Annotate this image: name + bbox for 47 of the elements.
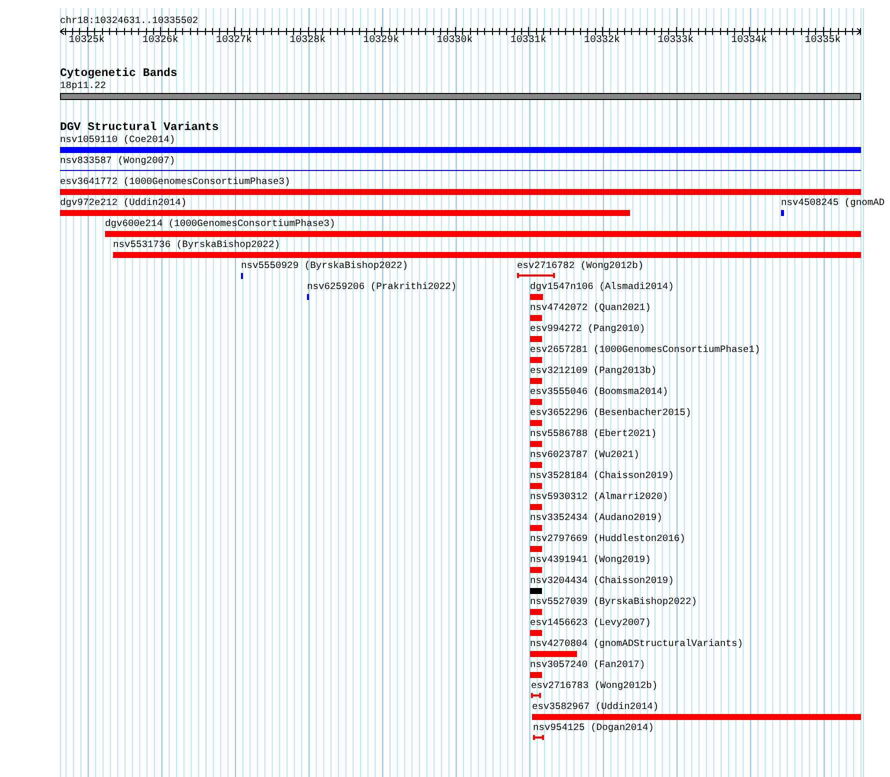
variant-label: nsv6023787 (Wu2021) bbox=[530, 449, 640, 460]
tick-label: 10332k bbox=[584, 35, 620, 46]
tick-label: 10328k bbox=[290, 35, 326, 46]
variant-label: nsv5586788 (Ebert2021) bbox=[530, 428, 657, 439]
variant-label: nsv4508245 (gnomAD bbox=[781, 197, 885, 208]
variant-label: nsv3204434 (Chaisson2019) bbox=[530, 575, 674, 586]
variant-label: nsv2797669 (Huddleston2016) bbox=[530, 533, 686, 544]
variant-label: esv3212109 (Pang2013b) bbox=[530, 365, 657, 376]
tick-label: 10325k bbox=[68, 35, 105, 46]
variant-label: nsv5930312 (Almarri2020) bbox=[530, 491, 668, 502]
variant-label: nsv954125 (Dogan2014) bbox=[533, 722, 654, 733]
variant-label: nsv3528184 (Chaisson2019) bbox=[530, 470, 674, 481]
tick-label: 10334k bbox=[731, 35, 768, 46]
band-label: 18p11.22 bbox=[60, 80, 106, 91]
variant-label: esv2716782 (Wong2012b) bbox=[517, 260, 644, 271]
tick-label: 10335k bbox=[804, 35, 841, 46]
variant-label: nsv3352434 (Audano2019) bbox=[530, 512, 662, 523]
tick-label: 10326k bbox=[142, 35, 178, 46]
track-title: DGV Structural Variants bbox=[60, 121, 219, 134]
track-title: Cytogenetic Bands bbox=[60, 67, 178, 80]
variant-label: nsv5550929 (ByrskaBishop2022) bbox=[241, 260, 408, 271]
variant-label: nsv5527039 (ByrskaBishop2022) bbox=[530, 596, 697, 607]
variant-label: nsv6259206 (Prakrithi2022) bbox=[307, 281, 457, 292]
variant-label: nsv1059110 (Coe2014) bbox=[60, 134, 176, 145]
variant-label: nsv4270804 (gnomADStructuralVariants) bbox=[530, 638, 744, 649]
tick-label: 10329k bbox=[363, 35, 400, 46]
variant-label: nsv5531736 (ByrskaBishop2022) bbox=[113, 239, 280, 250]
variant-label: esv2716783 (Wong2012b) bbox=[531, 680, 658, 691]
tick-label: 10327k bbox=[216, 35, 252, 46]
tick-label: 10331k bbox=[510, 35, 546, 46]
variant-label: nsv4391941 (Wong2019) bbox=[530, 554, 651, 565]
variant-label: nsv3057240 (Fan2017) bbox=[530, 659, 646, 670]
variant-label: esv994272 (Pang2010) bbox=[530, 323, 646, 334]
variant-label: nsv4742072 (Quan2021) bbox=[530, 302, 651, 313]
tick-label: 10330k bbox=[436, 35, 473, 46]
variant-label: nsv833587 (Wong2007) bbox=[60, 155, 176, 166]
position-label: chr18:10324631..10335502 bbox=[60, 15, 198, 26]
variant-label: esv3555046 (Boomsma2014) bbox=[530, 386, 668, 397]
variant-label: esv1456623 (Levy2007) bbox=[530, 617, 651, 628]
variant-label: esv3582967 (Uddin2014) bbox=[532, 701, 659, 712]
tick-label: 10333k bbox=[658, 35, 694, 46]
variant-label: dgv972e212 (Uddin2014) bbox=[60, 197, 187, 208]
variant-label: esv2657281 (1000GenomesConsortiumPhase1) bbox=[530, 344, 760, 355]
variant-label: dgv600e214 (1000GenomesConsortiumPhase3) bbox=[105, 218, 336, 229]
variant-label: esv3641772 (1000GenomesConsortiumPhase3) bbox=[60, 176, 290, 187]
variant-label: dgv1547n106 (Alsmadi2014) bbox=[530, 281, 674, 292]
variant-label: esv3652296 (Besenbacher2015) bbox=[530, 407, 692, 418]
